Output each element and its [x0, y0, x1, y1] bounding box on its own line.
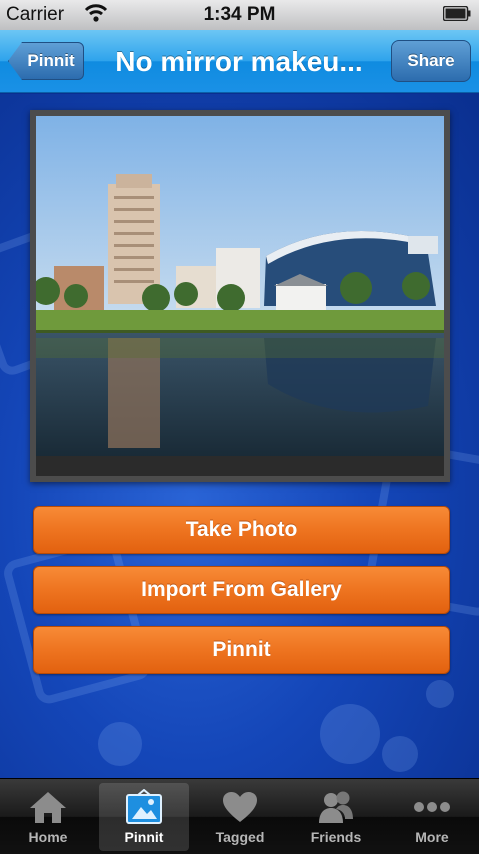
pinnit-button[interactable]: Pinnit [33, 626, 450, 674]
tab-tagged[interactable]: Tagged [195, 783, 285, 851]
tab-pinnit[interactable]: Pinnit [99, 783, 189, 851]
take-photo-button[interactable]: Take Photo [33, 506, 450, 554]
import-gallery-button[interactable]: Import From Gallery [33, 566, 450, 614]
home-icon [30, 792, 66, 823]
selected-photo[interactable] [36, 116, 444, 476]
battery-icon [443, 6, 471, 21]
photo-frame [30, 110, 450, 482]
more-icon [414, 802, 450, 812]
back-button[interactable]: Pinnit [8, 42, 84, 80]
tab-label: More [415, 829, 449, 845]
tab-label: Tagged [215, 829, 265, 845]
navigation-bar: Pinnit No mirror makeu... Share [0, 30, 479, 93]
tab-home[interactable]: Home [3, 783, 93, 851]
friends-icon [319, 791, 353, 823]
page-title: No mirror makeu... [115, 46, 363, 77]
share-button[interactable]: Share [391, 40, 471, 82]
tab-bar: Home Pinnit Tagged Friends More [0, 778, 479, 854]
heart-icon [223, 792, 257, 822]
tab-more[interactable]: More [387, 783, 477, 851]
tab-label: Pinnit [124, 829, 164, 845]
status-time: 1:34 PM [203, 4, 276, 25]
tab-label: Home [28, 829, 68, 845]
status-bar: Carrier 1:34 PM [0, 0, 479, 30]
pinnit-photo-icon [126, 789, 162, 824]
tab-friends[interactable]: Friends [291, 783, 381, 851]
main-content: Take Photo Import From Gallery Pinnit [0, 94, 479, 778]
tab-label: Friends [310, 829, 362, 845]
